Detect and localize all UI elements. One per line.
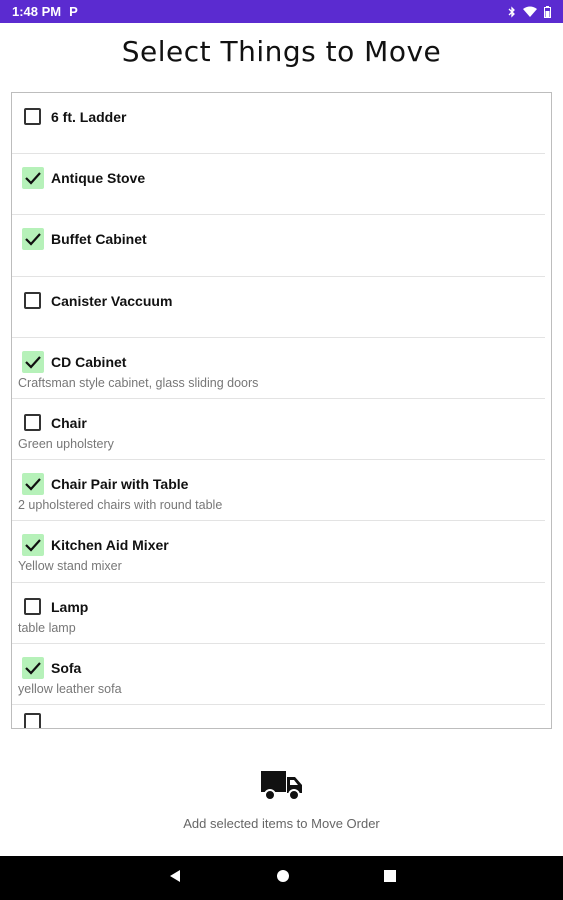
list-item[interactable]: Kitchen Aid Mixer Yellow stand mixer bbox=[12, 521, 545, 583]
item-description: table lamp bbox=[18, 620, 76, 635]
checkmark-icon bbox=[25, 233, 41, 246]
list-item[interactable]: 6 ft. Ladder bbox=[12, 93, 545, 155]
item-name: Chair Pair with Table bbox=[51, 476, 189, 493]
checkmark-icon bbox=[25, 478, 41, 491]
list-item[interactable]: Buffet Cabinet bbox=[12, 215, 545, 277]
wifi-icon bbox=[523, 6, 537, 17]
checkbox[interactable] bbox=[24, 108, 41, 125]
item-name: Chair bbox=[51, 414, 87, 431]
recents-icon[interactable] bbox=[383, 869, 396, 887]
checkmark-icon bbox=[25, 356, 41, 369]
item-name: 6 ft. Ladder bbox=[51, 109, 127, 125]
item-description: yellow leather sofa bbox=[18, 681, 122, 696]
item-name: Sofa bbox=[51, 659, 82, 676]
item-description: Yellow stand mixer bbox=[18, 559, 122, 574]
list-item[interactable]: Chair Green upholstery bbox=[12, 399, 545, 461]
home-icon[interactable] bbox=[276, 869, 290, 888]
back-icon[interactable] bbox=[168, 869, 182, 888]
add-to-move-order-button[interactable]: Add selected items to Move Order bbox=[0, 760, 563, 840]
page-title: Select Things to Move bbox=[121, 35, 442, 68]
list-item[interactable]: CD Cabinet Craftsman style cabinet, glass… bbox=[12, 338, 545, 399]
list-item[interactable]: Lamp table lamp bbox=[12, 583, 545, 644]
checkmark-icon bbox=[25, 539, 41, 552]
notification-app-icon: P bbox=[69, 4, 78, 19]
item-name: CD Cabinet bbox=[51, 353, 127, 370]
checkbox[interactable] bbox=[24, 291, 41, 309]
items-list[interactable]: 6 ft. Ladder Antique Stove Buffet Cabinet C… bbox=[11, 92, 552, 729]
checkmark-icon bbox=[25, 172, 41, 185]
checkbox-checked[interactable] bbox=[22, 228, 44, 251]
list-item[interactable]: Canister Vaccuum bbox=[12, 277, 545, 338]
checkbox-checked[interactable] bbox=[22, 534, 44, 557]
checkbox-checked[interactable] bbox=[22, 473, 44, 496]
move-action-label: Add selected items to Move Order bbox=[183, 816, 380, 831]
item-name: Canister Vaccuum bbox=[51, 292, 173, 309]
item-description: Craftsman style cabinet, glass sliding d… bbox=[18, 375, 259, 390]
list-item-partial[interactable] bbox=[12, 705, 551, 728]
checkbox[interactable] bbox=[24, 413, 41, 431]
item-name: Antique Stove bbox=[51, 170, 146, 187]
item-description: Green upholstery bbox=[18, 436, 114, 451]
item-name: Lamp bbox=[51, 598, 89, 615]
checkbox[interactable] bbox=[24, 597, 41, 615]
checkmark-icon bbox=[25, 661, 41, 675]
list-item[interactable]: Antique Stove bbox=[12, 154, 545, 216]
item-name: Buffet Cabinet bbox=[51, 231, 147, 248]
system-nav-bar bbox=[0, 856, 563, 900]
bluetooth-icon bbox=[508, 5, 515, 18]
item-name: Kitchen Aid Mixer bbox=[51, 537, 169, 554]
item-description: 2 upholstered chairs with round table bbox=[18, 498, 223, 513]
status-bar: 1:48 PM P bbox=[0, 0, 563, 23]
truck-icon bbox=[260, 771, 302, 801]
battery-icon bbox=[544, 5, 551, 18]
checkbox[interactable] bbox=[24, 712, 41, 728]
checkbox-checked[interactable] bbox=[22, 167, 44, 190]
list-item[interactable]: Sofa yellow leather sofa bbox=[12, 644, 545, 705]
checkbox-checked[interactable] bbox=[22, 350, 44, 373]
status-icons bbox=[508, 5, 551, 18]
checkbox-checked[interactable] bbox=[22, 656, 44, 679]
status-time: 1:48 PM bbox=[12, 4, 62, 19]
list-item[interactable]: Chair Pair with Table 2 upholstered chair… bbox=[12, 460, 545, 522]
